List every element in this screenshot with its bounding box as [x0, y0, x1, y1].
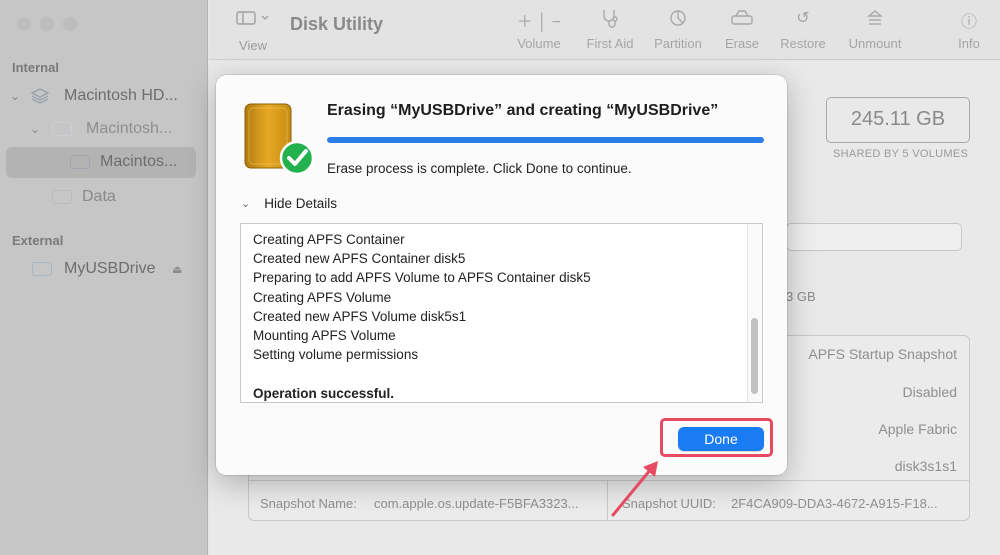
- drive-icon: [70, 155, 90, 169]
- log-line-success: Operation successful.: [253, 386, 395, 401]
- info-field: [786, 223, 962, 251]
- first-aid-button[interactable]: First Aid: [580, 8, 640, 51]
- restore-icon: ↺: [796, 10, 810, 27]
- sidebar-item-label: Macintosh...: [86, 120, 173, 137]
- erase-disk-icon: [717, 8, 767, 28]
- sidebar-item-data[interactable]: Data: [52, 181, 116, 213]
- toolbar: View Disk Utility ＋ │ − Volume First Aid…: [209, 0, 1000, 60]
- chevron-down-icon[interactable]: ⌄: [30, 122, 44, 136]
- sidebar-item-macintosh-hd[interactable]: ⌄ Macintosh HD...: [10, 80, 178, 112]
- sidebar-section-external: External: [12, 233, 64, 248]
- unmount-button[interactable]: Unmount: [844, 8, 906, 51]
- log-scroll-track[interactable]: [747, 224, 762, 402]
- info-button[interactable]: ⓘ Info: [952, 8, 986, 51]
- chevron-down-icon: ⌄: [241, 198, 251, 210]
- info-value-type: APFS Startup Snapshot: [808, 346, 957, 362]
- unmount-icon: [844, 8, 906, 28]
- drive-icon: [52, 190, 72, 204]
- restore-button[interactable]: ↺ Restore: [775, 8, 831, 51]
- sidebar-item-macintosh-volume[interactable]: Macintos...: [70, 146, 177, 178]
- window-controls: [17, 17, 77, 31]
- snapshot-name-value: com.apple.os.update-F5BFA3323...: [374, 496, 579, 511]
- sidebar-item-macintosh-container[interactable]: ⌄ Macintosh...: [30, 113, 172, 145]
- log-line: Setting volume permissions: [253, 347, 419, 362]
- progress-fill: [327, 137, 764, 143]
- sidebar-item-myusbdrive[interactable]: MyUSBDrive: [32, 253, 156, 285]
- plus-minus-icon: ＋ │ −: [516, 14, 562, 31]
- snapshot-name-label: Snapshot Name:: [260, 496, 357, 511]
- eject-icon[interactable]: ⏏: [172, 263, 182, 276]
- close-window-button[interactable]: [17, 17, 31, 31]
- info-value-encryption: Disabled: [902, 384, 957, 400]
- status-message: Erase process is complete. Click Done to…: [327, 161, 632, 176]
- pie-chart-icon: [648, 8, 708, 28]
- shared-volumes-label: SHARED BY 5 VOLUMES: [833, 148, 969, 160]
- info-value-device: disk3s1s1: [894, 458, 957, 474]
- view-label: View: [239, 38, 267, 53]
- log-line: Creating APFS Container: [253, 232, 405, 247]
- app-title: Disk Utility: [290, 14, 384, 34]
- log-scrollbar-thumb[interactable]: [751, 318, 758, 394]
- volume-button[interactable]: ＋ │ − Volume: [507, 8, 571, 51]
- sidebar-item-label: Data: [82, 188, 116, 205]
- dialog-title: Erasing “MyUSBDrive” and creating “MyUSB…: [327, 102, 719, 119]
- snapshot-uuid-value: 2F4CA909-DDA3-4672-A915-F18...: [731, 496, 938, 511]
- capacity-display: 245.11 GB: [826, 97, 970, 143]
- sidebar-item-label: Macintos...: [100, 153, 178, 170]
- erase-dialog: Erasing “MyUSBDrive” and creating “MyUSB…: [216, 75, 787, 475]
- sidebar-item-label: Macintosh HD...: [64, 87, 178, 104]
- log-line: Creating APFS Volume: [253, 290, 392, 305]
- sidebar: Internal ⌄ Macintosh HD... ⌄ Macintosh..…: [0, 0, 208, 555]
- erase-button[interactable]: Erase: [717, 8, 767, 51]
- stethoscope-icon: [580, 8, 640, 28]
- erase-progress-bar: [327, 137, 764, 143]
- sidebar-toggle-icon: [233, 10, 273, 30]
- details-toggle-label: Hide Details: [264, 196, 337, 211]
- size-value: 3 GB: [786, 289, 816, 304]
- sidebar-item-label: MyUSBDrive: [64, 260, 156, 277]
- zoom-window-button[interactable]: [63, 17, 77, 31]
- done-button-highlight: [660, 418, 773, 457]
- log-line: Created new APFS Volume disk5s1: [253, 309, 467, 324]
- external-drive-success-icon: [244, 103, 315, 176]
- log-line-partial: –– ––– – –– –– – ––: [253, 224, 373, 228]
- hide-details-toggle[interactable]: ⌄ Hide Details: [241, 196, 337, 211]
- view-button[interactable]: View: [233, 10, 273, 53]
- sidebar-section-internal: Internal: [12, 60, 59, 75]
- details-log[interactable]: –– ––– – –– –– – –– Creating APFS Contai…: [240, 223, 763, 403]
- log-line: Preparing to add APFS Volume to APFS Con…: [253, 270, 591, 285]
- log-line: Created new APFS Container disk5: [253, 251, 466, 266]
- minimize-window-button[interactable]: [40, 17, 54, 31]
- info-value-connection: Apple Fabric: [878, 421, 957, 437]
- usb-drive-icon: [32, 262, 52, 276]
- pointer-arrow-icon: [611, 461, 658, 517]
- log-line: Mounting APFS Volume: [253, 328, 396, 343]
- chevron-down-icon[interactable]: ⌄: [10, 89, 24, 103]
- info-icon: ⓘ: [960, 14, 977, 31]
- partition-button[interactable]: Partition: [648, 8, 708, 51]
- layers-icon: [30, 88, 50, 104]
- drive-icon: [52, 122, 72, 136]
